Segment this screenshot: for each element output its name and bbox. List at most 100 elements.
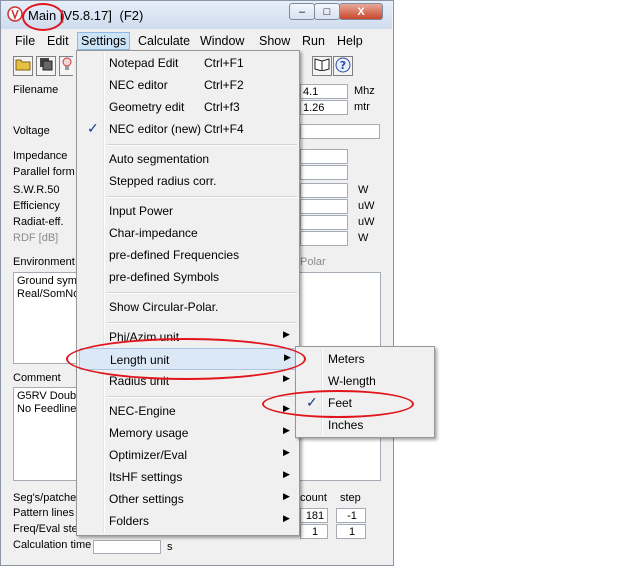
swr-field[interactable] (300, 183, 348, 198)
menu-item-nec-editor[interactable]: NEC editor Ctrl+F2 (79, 74, 297, 96)
efficiency-label: Efficiency (13, 200, 60, 212)
comment-label: Comment (13, 372, 61, 384)
segs-patches-label: Seg's/patches (13, 492, 82, 504)
menu-item-label: pre-defined Frequencies (109, 248, 240, 262)
menu-item-predefined-frequencies[interactable]: pre-defined Frequencies (79, 244, 297, 266)
impedance-label: Impedance (13, 150, 68, 162)
menu-item-label: Auto segmentation (109, 152, 210, 166)
swr-unit: W (358, 184, 369, 196)
menu-separator (107, 292, 297, 294)
submenu-arrow-icon: ▶ (283, 491, 290, 501)
title-hotkey: (F2) (119, 8, 144, 23)
voltage-label: Voltage (13, 125, 50, 137)
step-label: step (340, 492, 361, 504)
rdf-unit: W (358, 232, 369, 244)
submenu-arrow-icon: ▶ (283, 469, 290, 479)
close-button[interactable]: X (339, 3, 383, 20)
annotation-oval-title (22, 3, 64, 31)
menu-item-shortcut: Ctrl+F4 (204, 122, 244, 136)
app-antenna-icon[interactable] (7, 6, 23, 22)
efficiency-unit: uW (358, 200, 375, 212)
submenu-arrow-icon: ▶ (283, 513, 290, 523)
menu-file[interactable]: File (15, 34, 35, 48)
menu-item-label: Meters (328, 352, 365, 366)
parallel-form-field[interactable] (300, 165, 348, 180)
submenu-arrow-icon: ▶ (283, 425, 290, 435)
freq-eval-step-label: Freq/Eval ste (13, 523, 78, 535)
menu-settings[interactable]: Settings (77, 32, 131, 50)
menu-item-label: NEC editor (new) (109, 122, 202, 136)
menu-help[interactable]: Help (337, 34, 363, 48)
calculation-time-label: Calculation time (13, 539, 92, 551)
calculation-time-unit: s (167, 541, 173, 553)
parallel-form-label: Parallel form (13, 166, 75, 178)
menu-item-predefined-symbols[interactable]: pre-defined Symbols (79, 266, 297, 288)
radiat-eff-label: Radiat-eff. (13, 216, 64, 228)
efficiency-field[interactable] (300, 199, 348, 214)
freq-count-field[interactable]: 1 (300, 524, 328, 539)
maximize-button[interactable]: □ (314, 3, 340, 20)
menu-item-label: W-length (328, 374, 376, 388)
menu-item-label: Memory usage (109, 426, 189, 440)
menu-item-stepped-radius[interactable]: Stepped radius corr. (79, 170, 297, 192)
menu-item-show-circular-polar[interactable]: Show Circular-Polar. (79, 296, 297, 318)
menu-item-label: NEC-Engine (109, 404, 176, 418)
menu-item-nec-editor-new[interactable]: ✓ NEC editor (new) Ctrl+F4 (79, 118, 297, 140)
calculation-time-field[interactable] (93, 540, 161, 554)
menu-edit[interactable]: Edit (47, 34, 69, 48)
menu-item-shortcut: Ctrl+F2 (204, 78, 244, 92)
submenu-arrow-icon: ▶ (283, 447, 290, 457)
polar-label: Polar (300, 256, 326, 268)
menu-window[interactable]: Window (200, 34, 244, 48)
menu-item-geometry-edit[interactable]: Geometry edit Ctrl+f3 (79, 96, 297, 118)
submenu-arrow-icon: ▶ (283, 373, 290, 383)
frequency-field[interactable]: 4.1 (300, 84, 348, 99)
rdf-label: RDF [dB] (13, 232, 59, 244)
voltage-field[interactable] (300, 124, 380, 139)
pattern-step-field[interactable]: -1 (336, 508, 366, 523)
wavelength-unit: mtr (354, 101, 370, 113)
freq-step-field[interactable]: 1 (336, 524, 366, 539)
menu-item-optimizer-eval[interactable]: Optimizer/Eval ▶ (79, 444, 297, 466)
menu-item-auto-segmentation[interactable]: Auto segmentation (79, 148, 297, 170)
menu-item-input-power[interactable]: Input Power (79, 200, 297, 222)
menu-item-folders[interactable]: Folders ▶ (79, 510, 297, 532)
menu-item-label: Folders (109, 514, 150, 528)
radiat-eff-unit: uW (358, 216, 375, 228)
open-folder-icon[interactable] (13, 56, 33, 76)
menu-item-memory-usage[interactable]: Memory usage ▶ (79, 422, 297, 444)
menu-item-shortcut: Ctrl+f3 (204, 100, 240, 114)
menu-separator (107, 322, 297, 324)
minimize-button[interactable]: – (289, 3, 315, 20)
radiat-eff-field[interactable] (300, 215, 348, 230)
rdf-field[interactable] (300, 231, 348, 246)
svg-text:?: ? (340, 59, 346, 72)
lamp-icon[interactable] (59, 56, 73, 76)
menu-item-label: ItsHF settings (109, 470, 183, 484)
help-icon[interactable]: ? (333, 56, 353, 76)
wavelength-field[interactable]: 1.26 (300, 100, 348, 115)
submenu-item-w-length[interactable]: W-length (298, 370, 432, 392)
menu-item-label: Notepad Edit (109, 56, 179, 70)
menu-item-other-settings[interactable]: Other settings ▶ (79, 488, 297, 510)
menu-calculate[interactable]: Calculate (138, 34, 190, 48)
title-version: [V5.8.17] (59, 8, 112, 23)
swr-label: S.W.R.50 (13, 184, 60, 196)
annotation-oval-feet (262, 390, 414, 418)
menu-run[interactable]: Run (302, 34, 325, 48)
impedance-field[interactable] (300, 149, 348, 164)
submenu-item-meters[interactable]: Meters (298, 348, 432, 370)
menu-item-notepad-edit[interactable]: Notepad Edit Ctrl+F1 (79, 52, 297, 74)
pattern-count-field[interactable]: 181 (300, 508, 328, 523)
menu-show[interactable]: Show (259, 34, 290, 48)
menu-item-label: Input Power (109, 204, 174, 218)
book-icon[interactable] (312, 56, 332, 76)
menu-item-label: Show Circular-Polar. (109, 300, 219, 314)
menu-separator (107, 196, 297, 198)
menu-item-label: Char-impedance (109, 226, 198, 240)
count-label: count (300, 492, 327, 504)
menu-item-label: Geometry edit (109, 100, 185, 114)
menu-item-char-impedance[interactable]: Char-impedance (79, 222, 297, 244)
save-copy-icon[interactable] (36, 56, 56, 76)
menu-item-itshf-settings[interactable]: ItsHF settings ▶ (79, 466, 297, 488)
